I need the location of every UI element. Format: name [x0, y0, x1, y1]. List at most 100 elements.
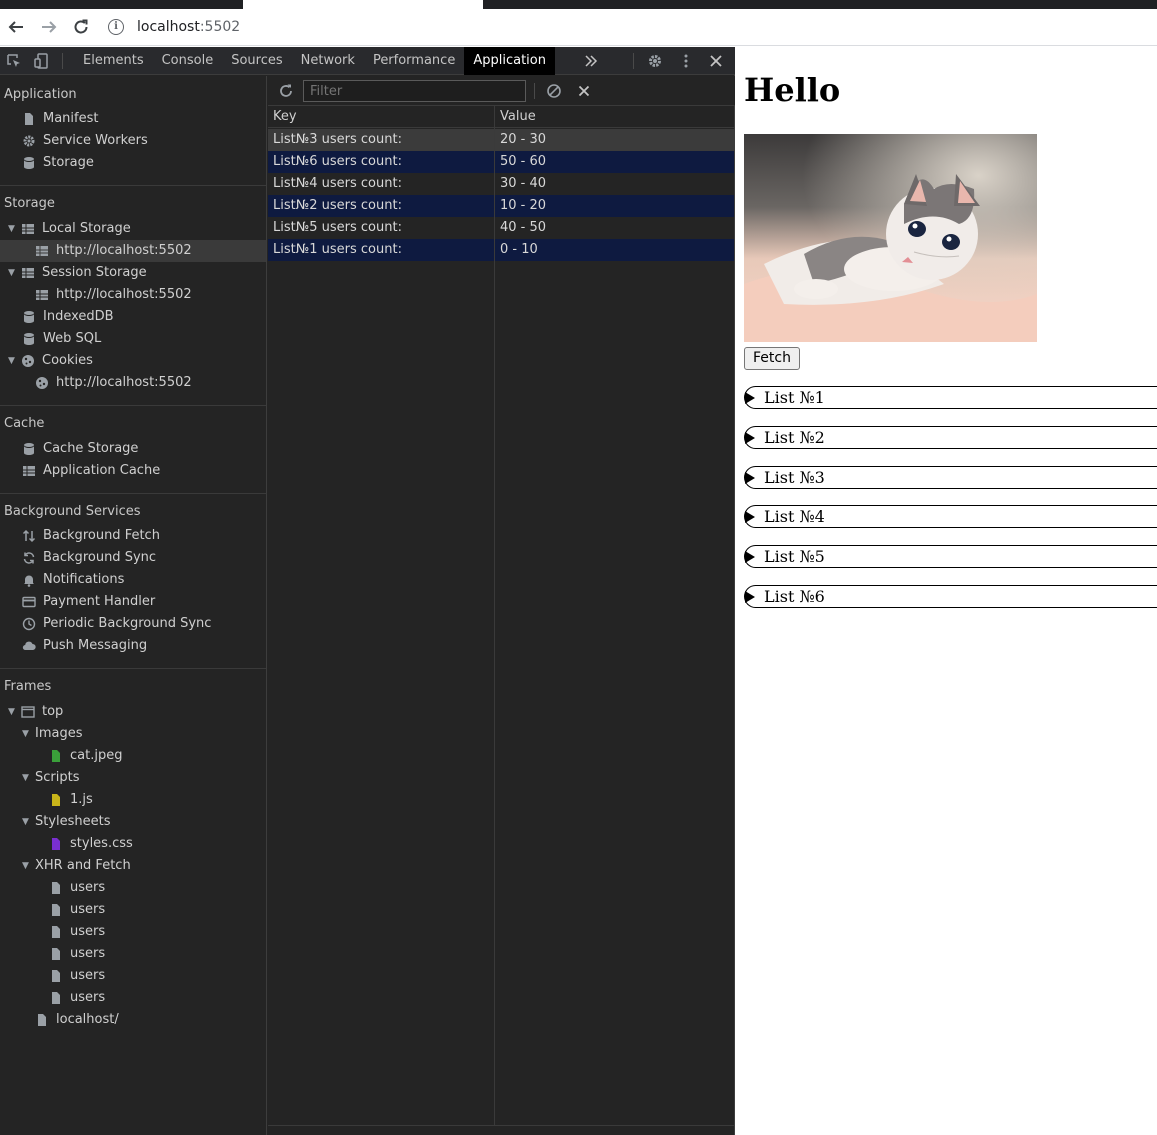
sidebar-item-storage-overview[interactable]: Storage	[22, 152, 94, 174]
back-button[interactable]	[3, 15, 29, 39]
sidebar-item-xhr-file[interactable]: users	[49, 943, 105, 965]
sidebar-item-image-file[interactable]: cat.jpeg	[49, 745, 122, 767]
sidebar-item-local-storage[interactable]: ▼ Local Storage	[8, 218, 131, 240]
sidebar-item-frame-top[interactable]: ▼ top	[8, 701, 63, 723]
sidebar-item-local-storage-origin[interactable]: http://localhost:5502	[0, 240, 266, 262]
page-viewport: Hello Fetch List №1 List №2 List №3 List…	[736, 47, 1157, 1135]
tab-performance[interactable]: Performance	[364, 47, 464, 75]
sidebar-item-document[interactable]: localhost/	[35, 1009, 119, 1031]
table-row[interactable]: List№5 users count: 40 - 50	[268, 217, 734, 239]
reload-button[interactable]	[68, 15, 94, 39]
sidebar-item-application-cache[interactable]: Application Cache	[22, 460, 160, 482]
sidebar-item-scripts-folder[interactable]: ▼ Scripts	[22, 767, 79, 789]
sidebar-item-manifest[interactable]: Manifest	[22, 108, 98, 130]
table-row[interactable]: List№4 users count: 30 - 40	[268, 173, 734, 195]
expanded-triangle-icon[interactable]: ▼	[8, 707, 18, 717]
sidebar-item-label: Manifest	[43, 111, 99, 126]
expanded-triangle-icon[interactable]: ▼	[22, 817, 32, 827]
column-header-key[interactable]: Key	[273, 109, 297, 124]
expanded-triangle-icon[interactable]: ▼	[22, 729, 32, 739]
kebab-menu-icon[interactable]	[676, 51, 696, 71]
list-details-1[interactable]: List №1	[744, 386, 1157, 409]
sidebar-item-xhr-file[interactable]: users	[49, 877, 105, 899]
sidebar-item-websql[interactable]: Web SQL	[22, 328, 101, 350]
sidebar-item-xhr-file[interactable]: users	[49, 965, 105, 987]
sidebar-item-label: Background Fetch	[43, 528, 160, 543]
document-icon	[49, 947, 63, 961]
site-info-icon[interactable]: i	[108, 19, 124, 35]
tab-application[interactable]: Application	[464, 47, 555, 75]
cell-key: List№5 users count:	[273, 220, 402, 235]
sidebar-item-xhr-file[interactable]: users	[49, 921, 105, 943]
application-sidebar: Application Manifest Service Workers Sto…	[0, 76, 267, 1135]
tab-console[interactable]: Console	[153, 47, 223, 75]
table-header: Key Value	[268, 106, 734, 128]
filter-input[interactable]	[303, 80, 526, 102]
clear-all-icon[interactable]	[544, 81, 564, 101]
sidebar-item-label: IndexedDB	[43, 309, 114, 324]
sidebar-item-push-messaging[interactable]: Push Messaging	[22, 635, 147, 657]
sidebar-item-stylesheets-folder[interactable]: ▼ Stylesheets	[22, 811, 111, 833]
sidebar-item-stylesheet-file[interactable]: styles.css	[49, 833, 133, 855]
sidebar-item-service-workers[interactable]: Service Workers	[22, 130, 148, 152]
list-details-3[interactable]: List №3	[744, 466, 1157, 489]
sidebar-item-session-storage-origin[interactable]: http://localhost:5502	[35, 284, 192, 306]
tab-elements[interactable]: Elements	[74, 47, 153, 75]
inspect-element-icon[interactable]	[4, 51, 24, 71]
expanded-triangle-icon[interactable]: ▼	[8, 268, 18, 278]
more-tabs-icon[interactable]	[581, 51, 601, 71]
table-row[interactable]: List№1 users count: 0 - 10	[268, 239, 734, 261]
sidebar-item-background-fetch[interactable]: Background Fetch	[22, 525, 160, 547]
settings-gear-icon[interactable]	[645, 51, 665, 71]
sidebar-item-indexeddb[interactable]: IndexedDB	[22, 306, 114, 328]
column-divider[interactable]	[494, 106, 495, 1125]
sidebar-item-xhr-folder[interactable]: ▼ XHR and Fetch	[22, 855, 131, 877]
table-icon	[21, 266, 35, 280]
database-icon	[22, 332, 36, 346]
list-details-4[interactable]: List №4	[744, 505, 1157, 528]
expanded-triangle-icon[interactable]: ▼	[8, 224, 18, 234]
cloud-icon	[22, 639, 36, 653]
sidebar-item-session-storage[interactable]: ▼ Session Storage	[8, 262, 147, 284]
sidebar-item-cache-storage[interactable]: Cache Storage	[22, 438, 138, 460]
expanded-triangle-icon[interactable]: ▼	[22, 773, 32, 783]
sidebar-item-notifications[interactable]: Notifications	[22, 569, 124, 591]
sidebar-item-cookies[interactable]: ▼ Cookies	[8, 350, 93, 372]
sidebar-item-xhr-file[interactable]: users	[49, 987, 105, 1009]
sidebar-item-label: cat.jpeg	[70, 748, 123, 763]
sidebar-item-label: users	[70, 924, 106, 939]
column-header-value[interactable]: Value	[500, 109, 536, 124]
sidebar-item-label: Payment Handler	[43, 594, 156, 609]
device-toolbar-icon[interactable]	[32, 51, 52, 71]
list-summary: List №5	[764, 547, 825, 566]
sidebar-item-label: users	[70, 902, 106, 917]
refresh-icon[interactable]	[276, 81, 296, 101]
forward-button[interactable]	[36, 15, 62, 39]
sidebar-item-label: localhost/	[56, 1012, 119, 1027]
list-details-5[interactable]: List №5	[744, 545, 1157, 568]
expanded-triangle-icon[interactable]: ▼	[8, 356, 18, 366]
tab-network[interactable]: Network	[292, 47, 364, 75]
delete-selected-icon[interactable]	[574, 81, 594, 101]
tab-sources[interactable]: Sources	[222, 47, 291, 75]
address-bar[interactable]: i localhost:5502	[108, 15, 240, 39]
list-details-2[interactable]: List №2	[744, 426, 1157, 449]
sidebar-item-label: Background Sync	[43, 550, 157, 565]
sidebar-item-payment-handler[interactable]: Payment Handler	[22, 591, 155, 613]
section-divider	[0, 185, 266, 186]
close-devtools-icon[interactable]	[706, 51, 726, 71]
table-row[interactable]: List№2 users count: 10 - 20	[268, 195, 734, 217]
sidebar-item-images-folder[interactable]: ▼ Images	[22, 723, 83, 745]
sidebar-item-background-sync[interactable]: Background Sync	[22, 547, 156, 569]
fetch-button[interactable]: Fetch	[744, 347, 800, 370]
sidebar-item-script-file[interactable]: 1.js	[49, 789, 93, 811]
table-row[interactable]: List№6 users count: 50 - 60	[268, 151, 734, 173]
list-details-6[interactable]: List №6	[744, 585, 1157, 608]
devtools-tab-list: Elements Console Sources Network Perform…	[74, 47, 555, 75]
sidebar-item-periodic-background-sync[interactable]: Periodic Background Sync	[22, 613, 211, 635]
table-row[interactable]: List№3 users count: 20 - 30	[268, 129, 734, 151]
sidebar-item-xhr-file[interactable]: users	[49, 899, 105, 921]
sidebar-item-cookies-origin[interactable]: http://localhost:5502	[35, 372, 192, 394]
expanded-triangle-icon[interactable]: ▼	[22, 861, 32, 871]
tab-background	[0, 0, 243, 9]
